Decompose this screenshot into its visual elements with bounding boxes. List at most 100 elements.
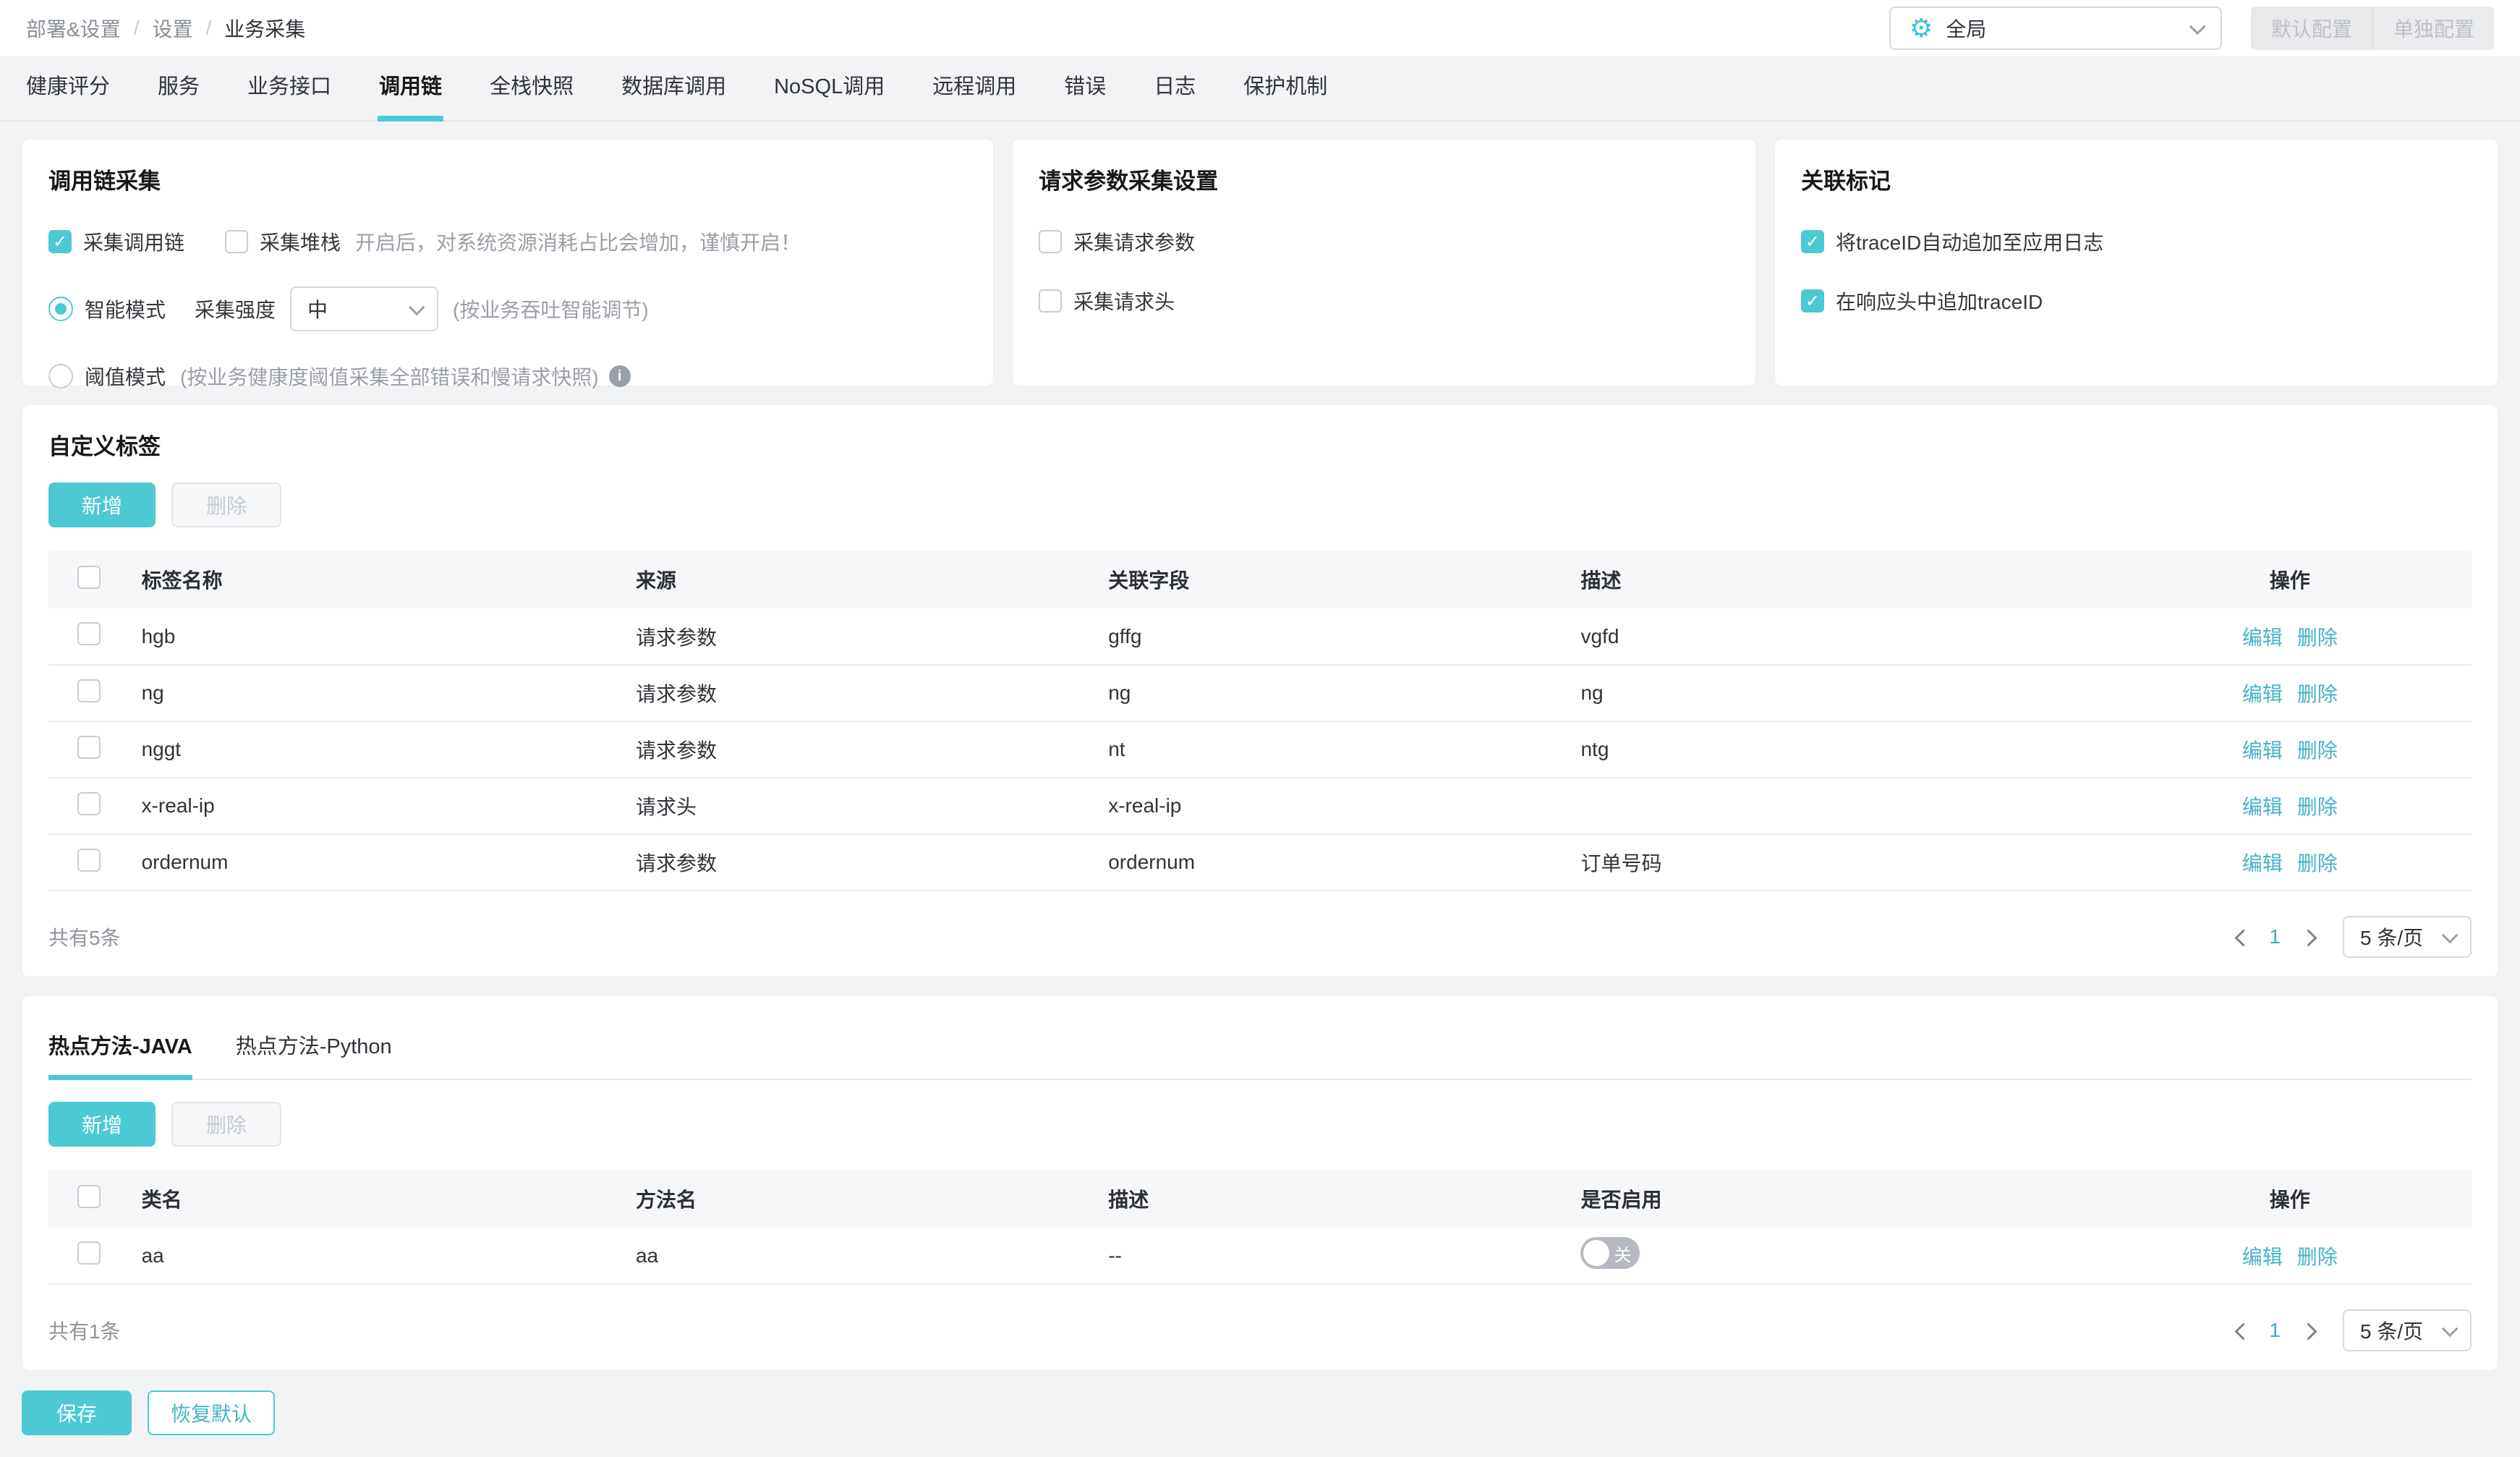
tab-NoSQL调用[interactable]: NoSQL调用 bbox=[774, 69, 885, 120]
chevron-down-icon bbox=[2441, 1320, 2459, 1338]
trace-in-header-row: 在响应头中追加traceID bbox=[1800, 286, 2472, 315]
tab-日志[interactable]: 日志 bbox=[1154, 69, 1196, 120]
tab-全栈快照[interactable]: 全栈快照 bbox=[490, 69, 574, 120]
trace-to-log-checkbox[interactable] bbox=[1800, 230, 1824, 253]
breadcrumb-item[interactable]: 设置 bbox=[152, 14, 192, 43]
table-row[interactable]: aa aa -- 关 编辑 删除 bbox=[48, 1228, 2472, 1284]
tag-field-cell: ng bbox=[1108, 681, 1131, 704]
table-row[interactable]: x-real-ip 请求头 x-real-ip 编辑 删除 bbox=[48, 778, 2472, 834]
chevron-down-icon bbox=[2441, 927, 2459, 944]
restore-default-button[interactable]: 恢复默认 bbox=[148, 1390, 275, 1435]
hot-methods-card: 热点方法-JAVA 热点方法-Python 新增 删除 类名 方法名 描述 是否启… bbox=[22, 995, 2498, 1371]
tab-服务[interactable]: 服务 bbox=[158, 69, 200, 120]
page-number[interactable]: 1 bbox=[2269, 925, 2281, 948]
hot-methods-tab-热点方法-Python[interactable]: 热点方法-Python bbox=[236, 1019, 392, 1079]
separate-config-button[interactable]: 单独配置 bbox=[2372, 7, 2494, 50]
delete-link[interactable]: 删除 bbox=[2297, 791, 2338, 820]
tag-source-cell: 请求参数 bbox=[635, 683, 717, 705]
trace-to-log-row: 将traceID自动追加至应用日志 bbox=[1800, 227, 2472, 256]
page-number[interactable]: 1 bbox=[2269, 1319, 2281, 1342]
column-header: 关联字段 bbox=[1108, 569, 1190, 592]
delete-link[interactable]: 删除 bbox=[2297, 622, 2338, 651]
edit-link[interactable]: 编辑 bbox=[2242, 848, 2283, 877]
breadcrumb-item[interactable]: 部署&设置 bbox=[26, 14, 121, 43]
enable-toggle[interactable]: 关 bbox=[1580, 1237, 1640, 1269]
top-bar: 部署&设置 / 设置 / 业务采集 ⚙ 全局 默认配置 单独配置 bbox=[0, 0, 2520, 56]
edit-link[interactable]: 编辑 bbox=[2242, 679, 2283, 708]
save-button[interactable]: 保存 bbox=[22, 1390, 132, 1435]
collect-params-checkbox[interactable] bbox=[1039, 230, 1063, 253]
row-checkbox[interactable] bbox=[77, 1241, 101, 1265]
edit-link[interactable]: 编辑 bbox=[2242, 735, 2283, 764]
tag-source-cell: 请求参数 bbox=[635, 626, 717, 649]
table-row[interactable]: hgb 请求参数 gffg vgfd 编辑 删除 bbox=[48, 608, 2472, 665]
tab-健康评分[interactable]: 健康评分 bbox=[26, 69, 110, 120]
column-header: 描述 bbox=[1108, 1189, 1149, 1211]
custom-tags-footer: 共有5条 1 5 条/页 bbox=[48, 891, 2472, 958]
threshold-mode-radio[interactable] bbox=[48, 364, 73, 388]
column-header: 标签名称 bbox=[141, 569, 223, 592]
hot-methods-tab-bar: 热点方法-JAVA 热点方法-Python bbox=[48, 1019, 2472, 1080]
tag-desc-cell: ng bbox=[1580, 681, 1604, 704]
info-icon[interactable]: i bbox=[608, 365, 631, 387]
tab-数据库调用[interactable]: 数据库调用 bbox=[621, 69, 726, 120]
edit-link[interactable]: 编辑 bbox=[2242, 622, 2283, 651]
collect-params-label: 采集请求参数 bbox=[1073, 231, 1196, 254]
prev-page-icon[interactable] bbox=[2233, 1323, 2247, 1338]
breadcrumb-separator: / bbox=[205, 17, 212, 39]
edit-link[interactable]: 编辑 bbox=[2242, 791, 2283, 820]
delete-method-button[interactable]: 删除 bbox=[171, 1102, 281, 1147]
table-row[interactable]: nggt 请求参数 nt ntg 编辑 删除 bbox=[48, 721, 2472, 778]
column-header: 操作 bbox=[2269, 569, 2310, 592]
next-page-icon[interactable] bbox=[2302, 1323, 2317, 1338]
tab-错误[interactable]: 错误 bbox=[1064, 69, 1106, 120]
table-header-row: 类名 方法名 描述 是否启用 操作 bbox=[48, 1170, 2472, 1228]
page-size-select[interactable]: 5 条/页 bbox=[2343, 916, 2472, 958]
row-checkbox[interactable] bbox=[77, 848, 101, 872]
collect-trace-checkbox[interactable] bbox=[48, 230, 72, 253]
column-header: 描述 bbox=[1580, 569, 1622, 592]
row-checkbox[interactable] bbox=[77, 622, 101, 645]
column-header: 方法名 bbox=[635, 1189, 697, 1211]
next-page-icon[interactable] bbox=[2302, 930, 2317, 944]
default-config-button[interactable]: 默认配置 bbox=[2251, 7, 2372, 50]
tab-业务接口[interactable]: 业务接口 bbox=[247, 69, 331, 120]
strength-select[interactable]: 中 bbox=[290, 286, 439, 331]
collect-headers-row: 采集请求头 bbox=[1039, 286, 1729, 315]
page-size-select[interactable]: 5 条/页 bbox=[2343, 1309, 2472, 1351]
select-all-checkbox[interactable] bbox=[77, 565, 101, 589]
prev-page-icon[interactable] bbox=[2233, 930, 2247, 944]
bottom-actions: 保存 恢复默认 bbox=[22, 1389, 2498, 1457]
select-all-checkbox[interactable] bbox=[77, 1184, 101, 1208]
collect-headers-checkbox[interactable] bbox=[1039, 289, 1063, 313]
table-row[interactable]: ordernum 请求参数 ordernum 订单号码 编辑 删除 bbox=[48, 834, 2472, 891]
delete-link[interactable]: 删除 bbox=[2297, 679, 2338, 708]
row-checkbox[interactable] bbox=[77, 735, 101, 759]
delete-link[interactable]: 删除 bbox=[2297, 848, 2338, 877]
delete-link[interactable]: 删除 bbox=[2297, 1241, 2338, 1270]
delete-tag-button[interactable]: 删除 bbox=[171, 483, 281, 527]
row-checkbox[interactable] bbox=[77, 791, 101, 815]
smart-mode-radio[interactable] bbox=[48, 297, 73, 321]
table-row[interactable]: ng 请求参数 ng ng 编辑 删除 bbox=[48, 665, 2472, 721]
collect-trace-label: 采集调用链 bbox=[83, 231, 185, 254]
pagination: 1 5 条/页 bbox=[2233, 916, 2472, 958]
trace-collect-row: 采集调用链 采集堆栈 开启后，对系统资源消耗占比会增加，谨慎开启！ bbox=[48, 227, 967, 256]
tag-source-cell: 请求头 bbox=[635, 796, 697, 818]
page-size-value: 5 条/页 bbox=[2360, 1320, 2424, 1343]
tab-调用链[interactable]: 调用链 bbox=[378, 69, 444, 122]
tag-name-cell: nggt bbox=[141, 738, 182, 760]
scope-select[interactable]: ⚙ 全局 bbox=[1889, 7, 2222, 50]
row-checkbox[interactable] bbox=[77, 679, 101, 702]
tab-远程调用[interactable]: 远程调用 bbox=[932, 69, 1016, 120]
add-method-button[interactable]: 新增 bbox=[48, 1102, 156, 1147]
collect-stack-checkbox[interactable] bbox=[225, 230, 249, 253]
hot-methods-tab-热点方法-JAVA[interactable]: 热点方法-JAVA bbox=[48, 1019, 192, 1080]
trace-in-header-checkbox[interactable] bbox=[1800, 289, 1824, 313]
add-tag-button[interactable]: 新增 bbox=[48, 483, 156, 527]
pagination: 1 5 条/页 bbox=[2233, 1309, 2472, 1351]
delete-link[interactable]: 删除 bbox=[2297, 735, 2338, 764]
edit-link[interactable]: 编辑 bbox=[2242, 1241, 2283, 1270]
relation-mark-card: 关联标记 将traceID自动追加至应用日志 在响应头中追加traceID bbox=[1774, 139, 2499, 386]
tab-保护机制[interactable]: 保护机制 bbox=[1243, 69, 1327, 120]
